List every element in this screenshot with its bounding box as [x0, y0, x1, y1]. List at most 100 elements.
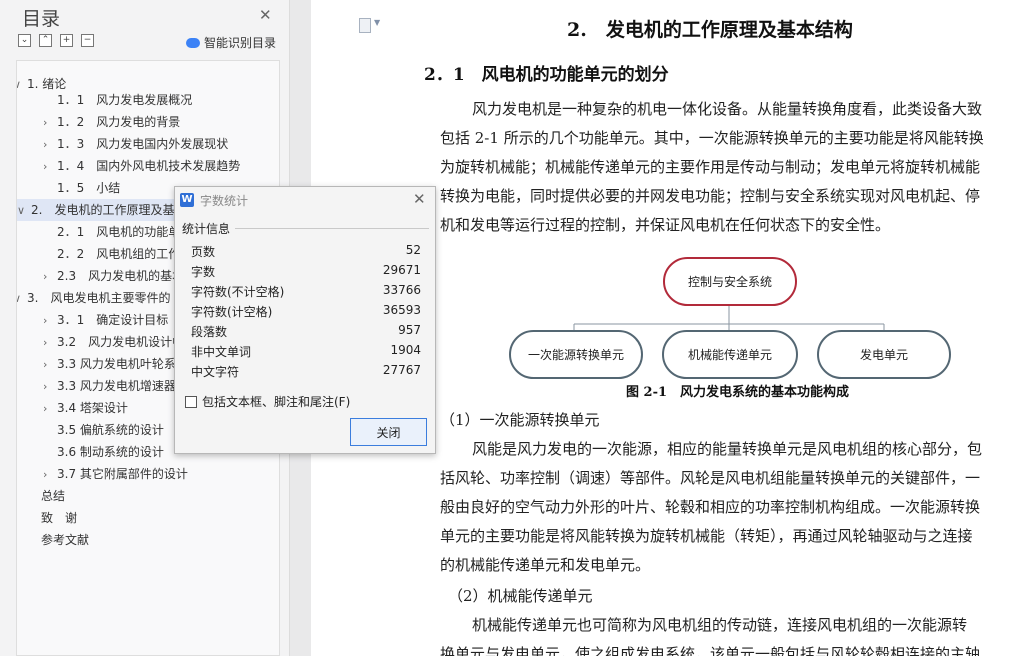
toc-item-label: 2．1 风电机的功能单 [57, 225, 181, 239]
expand-all-icon[interactable]: ⌄ [18, 34, 31, 47]
smart-ai-icon [186, 37, 200, 48]
toc-item-label: 3.2 风力发电机设计中 [57, 335, 185, 349]
toc-item[interactable]: 2．2 风电机组的工作 [43, 243, 180, 265]
toc-item-label: 3.5 偏航系统的设计 [57, 423, 164, 437]
stat-row: 中文字符 27767 [191, 363, 421, 383]
stats-section-title: 统计信息 [182, 222, 231, 236]
toc-item-label: 参考文献 [41, 533, 90, 547]
chevron-right-icon[interactable]: › [43, 156, 57, 178]
stat-row: 字符数(不计空格) 33766 [191, 283, 421, 303]
stat-value: 27767 [382, 363, 421, 377]
chevron-right-icon[interactable]: › [43, 398, 57, 420]
stat-value: 29671 [382, 263, 421, 277]
stat-row: 字符数(计空格) 36593 [191, 303, 421, 323]
include-textbox-checkbox[interactable]: 包括文本框、脚注和尾注(F) [185, 393, 350, 410]
toc-item-label: 2. 发电机的工作原理及基 [31, 203, 175, 217]
toc-item[interactable]: › 3.7 其它附属部件的设计 [43, 463, 188, 485]
toc-item[interactable]: › 1．2 风力发电的背景 [43, 111, 180, 133]
toc-item-label: 2．2 风电机组的工作 [57, 247, 181, 261]
stat-value: 33766 [382, 283, 421, 297]
paragraph-line: 风能是风力发电的一次能源，相应的能量转换单元是风电机组的核心部分，包 [472, 440, 983, 458]
checkbox-label: 包括文本框、脚注和尾注(F) [202, 395, 351, 409]
chevron-right-icon[interactable]: › [43, 354, 57, 376]
chevron-right-icon[interactable]: › [43, 134, 57, 156]
toc-item[interactable]: 1．5 小结 [43, 177, 120, 199]
paragraph-2: 风能是风力发电的一次能源，相应的能量转换单元是风电机组的核心部分，包括风轮、功率… [440, 435, 1014, 580]
stat-label: 字符数(计空格) [191, 305, 273, 319]
remove-heading-icon[interactable]: − [81, 34, 94, 47]
chevron-right-icon[interactable]: › [43, 310, 57, 332]
mechanical-transmission-node: 机械能传递单元 [662, 330, 798, 379]
chevron-right-icon[interactable]: › [43, 376, 57, 398]
toc-item-label: 3．1 确定设计目标 [57, 313, 169, 327]
chevron-down-icon[interactable]: ∨ [17, 200, 31, 222]
subheading-1: （1）一次能源转换单元 [440, 411, 600, 429]
toc-item[interactable]: ∨3. 风电发电机主要零件的 [17, 287, 171, 310]
toc-item-label: 1．3 风力发电国内外发展现状 [57, 137, 229, 151]
chevron-right-icon[interactable]: › [43, 332, 57, 354]
toc-item-label: 3.7 其它附属部件的设计 [57, 467, 188, 481]
toc-item[interactable]: › 3.2 风力发电机设计中 [43, 331, 184, 353]
toc-item[interactable]: › 2.3 风力发电机的基本 [43, 265, 184, 287]
paragraph-line: 括风轮、功率控制（调速）等部件。风轮是风电机组能量转换单元的关键部件，一 [440, 469, 981, 487]
toc-item-label: 3.4 塔架设计 [57, 401, 128, 415]
chevron-down-icon[interactable]: ∨ [17, 74, 27, 96]
checkbox-icon[interactable] [185, 395, 197, 408]
stat-row: 页数 52 [191, 243, 421, 263]
toc-item-label: 1．5 小结 [57, 181, 121, 195]
chevron-down-icon[interactable]: ∨ [17, 288, 27, 310]
dialog-titlebar[interactable]: W 字数统计 ✕ [175, 187, 435, 213]
toc-item-label: 1．2 风力发电的背景 [57, 115, 181, 129]
toc-item[interactable]: › 1．3 风力发电国内外发展现状 [43, 133, 228, 155]
toc-item-label: 1．1 风力发电发展概况 [57, 93, 193, 107]
toc-item-label: 3.3 风力发电机增速器 [57, 379, 176, 393]
toc-item[interactable]: › 3.4 塔架设计 [43, 397, 128, 419]
toc-item[interactable]: › 3．1 确定设计目标 [43, 309, 168, 331]
primary-energy-node: 一次能源转换单元 [509, 330, 643, 379]
dialog-title: 字数统计 [200, 194, 249, 208]
add-heading-icon[interactable]: + [60, 34, 73, 47]
smart-toc-button[interactable]: 智能识别目录 [186, 34, 276, 51]
toc-item[interactable]: 1．1 风力发电发展概况 [43, 89, 192, 111]
chevron-right-icon[interactable]: › [43, 266, 57, 288]
collapse-all-icon[interactable]: ⌃ [39, 34, 52, 47]
paragraph-line: 单元的主要功能是将风能转换为旋转机械能（转矩），再通过风轮轴驱动与之连接 [440, 527, 973, 545]
toc-toolbar: ⌄ ⌃ + − [18, 34, 94, 47]
stat-value: 957 [398, 323, 421, 337]
chevron-right-icon[interactable]: › [43, 112, 57, 134]
toc-item-label: 致 谢 [41, 511, 78, 525]
toc-item[interactable]: › 1．4 国内外风电机技术发展趋势 [43, 155, 240, 177]
close-button[interactable]: 关闭 [350, 418, 427, 446]
toc-item-label: 3. 风电发电机主要零件的 [27, 291, 171, 305]
toc-item-label: 3.6 制动系统的设计 [57, 445, 164, 459]
paragraph-line: 换单元与发电单元，使之组成发电系统，该单元一般包括与风轮轮毂相连接的主轴 [440, 645, 981, 656]
control-safety-node: 控制与安全系统 [663, 257, 797, 306]
stat-row: 段落数 957 [191, 323, 421, 343]
word-count-dialog: W 字数统计 ✕ 统计信息 页数 52 字数 29671 字符数(不计空格) 33766 字… [174, 186, 436, 454]
stat-value: 36593 [382, 303, 421, 317]
toc-item[interactable]: › 3.3 风力发电机增速器 [43, 375, 176, 397]
toc-item-label: 2.3 风力发电机的基本 [57, 269, 185, 283]
chevron-right-icon[interactable]: › [43, 464, 57, 486]
toc-item[interactable]: › 3.3 风力发电机叶轮系 [43, 353, 176, 375]
toc-item-label: 总结 [41, 489, 66, 503]
smart-toc-label: 智能识别目录 [204, 36, 277, 50]
toc-item[interactable]: 3.6 制动系统的设计 [43, 441, 164, 463]
stat-value: 52 [405, 243, 421, 257]
toc-item[interactable]: 2．1 风电机的功能单 [43, 221, 180, 243]
toc-item-label: 3.3 风力发电机叶轮系 [57, 357, 176, 371]
sidebar-title: 目录 [22, 8, 61, 30]
sidebar-close-icon[interactable]: ✕ [259, 6, 272, 24]
stat-value: 1904 [390, 343, 421, 357]
toc-item[interactable]: 致 谢 [27, 507, 77, 529]
stat-row: 字数 29671 [191, 263, 421, 283]
dialog-close-icon[interactable]: ✕ [413, 190, 426, 208]
toc-item[interactable]: 总结 [27, 485, 65, 507]
toc-item[interactable]: 3.5 偏航系统的设计 [43, 419, 164, 441]
stat-label: 中文字符 [191, 365, 240, 379]
wps-writer-icon: W [180, 193, 194, 207]
paragraph-3: 机械能传递单元也可简称为风电机组的传动链，连接风电机组的一次能源转 换单元与发电单… [440, 611, 1014, 656]
paragraph-line: 般由良好的空气动力外形的叶片、轮毂和相应的功率控制机构组成。一次能源转换 [440, 498, 981, 516]
section-divider [235, 228, 429, 229]
toc-item[interactable]: 参考文献 [27, 529, 89, 551]
